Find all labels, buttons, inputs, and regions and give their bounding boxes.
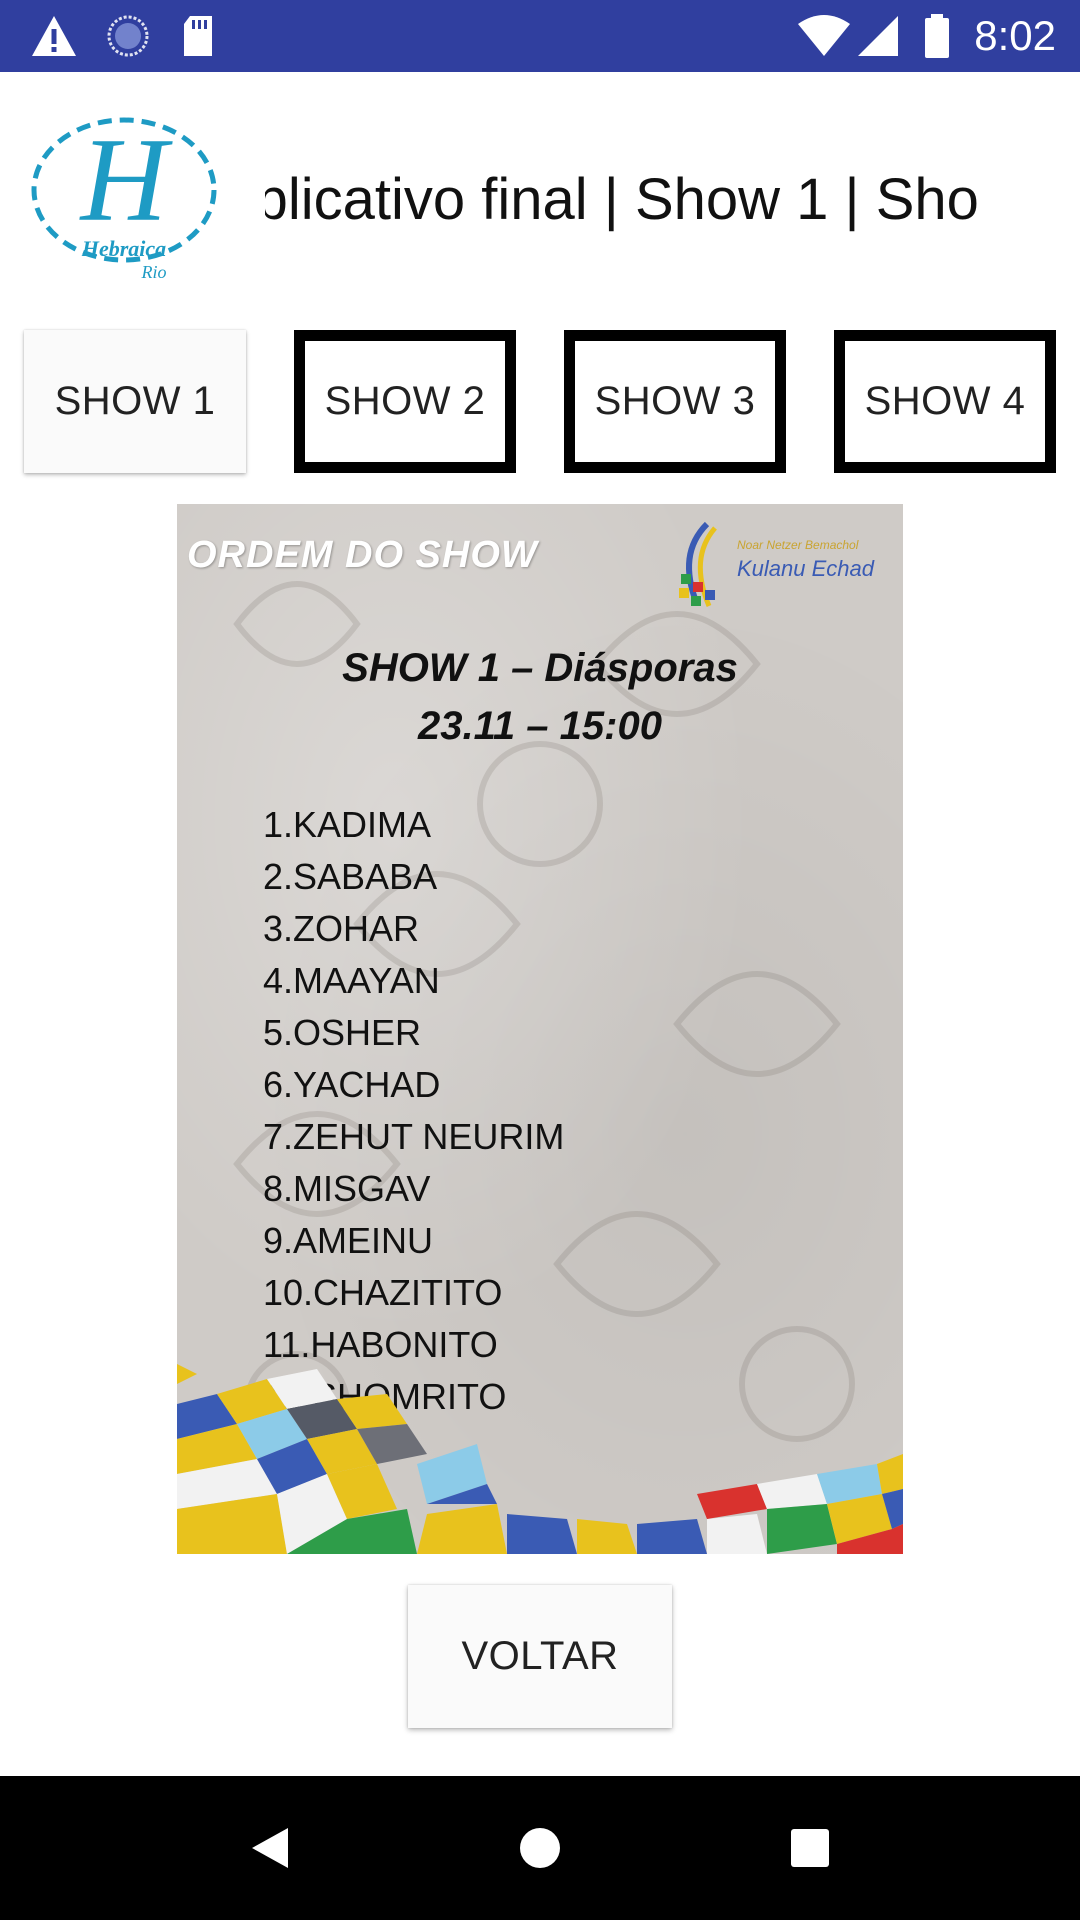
list-item: 8.MISGAV [263, 1168, 431, 1209]
list-item: 1.KADIMA [263, 804, 432, 845]
sync-icon [107, 15, 149, 57]
logo-subtext: Rio [141, 262, 167, 282]
poster-title: SHOW 1 – Diásporas 23.11 – 15:00 [177, 639, 903, 755]
show-4-button[interactable]: SHOW 4 [834, 330, 1056, 473]
recents-icon[interactable] [778, 1816, 842, 1880]
performance-list: 1.KADIMA 2.SABABA 3.ZOHAR 4.MAAYAN 5.OSH… [263, 799, 564, 1423]
show-2-button[interactable]: SHOW 2 [294, 330, 516, 473]
warning-icon [32, 16, 76, 56]
marquee-text: o aplicativo final | Show 1 | Sho [265, 167, 979, 232]
list-item: 9.AMEINU [263, 1220, 434, 1261]
poster-logo-brand: Kulanu Echad [737, 556, 874, 581]
home-icon[interactable] [508, 1816, 572, 1880]
show-1-button[interactable]: SHOW 1 [24, 330, 246, 473]
show-3-button[interactable]: SHOW 3 [564, 330, 786, 473]
logo-text: Hebraica [81, 236, 166, 261]
clock: 8:02 [974, 12, 1056, 59]
list-item: 6.YACHAD [263, 1064, 441, 1105]
poster-title-line2: 23.11 – 15:00 [418, 704, 662, 748]
status-bar: 8:02 [0, 0, 1080, 72]
back-button[interactable]: VOLTAR [408, 1585, 672, 1728]
list-item: 4.MAAYAN [263, 960, 440, 1001]
back-icon[interactable] [238, 1816, 302, 1880]
list-item: 10.CHAZITITO [263, 1272, 503, 1313]
poster-title-line1: SHOW 1 – Diásporas [342, 646, 738, 690]
svg-text:H: H [79, 113, 174, 246]
kulanu-echad-emblem [679, 521, 717, 607]
signal-icon [858, 16, 898, 56]
poster-logo-subtext: Noar Netzer Bemachol [737, 538, 859, 552]
show-order-poster: ORDEM DO SHOW Noar Netzer Bemachol Kulan… [177, 504, 903, 1554]
kulanu-echad-logo: Noar Netzer Bemachol Kulanu Echad [667, 514, 877, 614]
sd-card-icon [184, 16, 212, 56]
list-item: 7.ZEHUT NEURIM [263, 1116, 565, 1157]
marquee-container: o aplicativo final | Show 1 | Sho [265, 160, 1080, 240]
hebraica-logo-image: H Hebraica Rio [31, 113, 217, 282]
mosaic-decoration [177, 1364, 903, 1554]
hebraica-logo: H Hebraica Rio [24, 110, 224, 285]
wifi-icon [798, 15, 850, 56]
list-item: 5.OSHER [263, 1012, 422, 1053]
list-item: 2.SABABA [263, 856, 438, 897]
list-item: 3.ZOHAR [263, 908, 420, 949]
poster-header: ORDEM DO SHOW [187, 534, 538, 576]
navigation-bar [0, 1776, 1080, 1920]
battery-icon [925, 14, 949, 58]
